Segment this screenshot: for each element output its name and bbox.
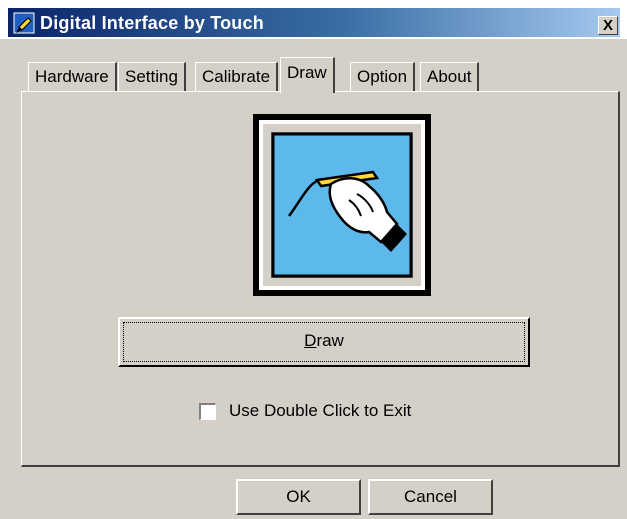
tab-hardware[interactable]: Hardware bbox=[28, 62, 117, 91]
tab-label: Draw bbox=[287, 63, 327, 82]
draw-button[interactable]: Draw bbox=[118, 317, 530, 367]
tab-label: Setting bbox=[125, 67, 178, 86]
tab-label: Option bbox=[357, 67, 408, 86]
window-title: Digital Interface by Touch bbox=[40, 13, 264, 33]
pen-app-icon[interactable] bbox=[13, 11, 37, 35]
double-click-exit-checkbox[interactable] bbox=[199, 403, 216, 420]
ok-button[interactable]: OK bbox=[236, 479, 361, 515]
tab-draw[interactable]: Draw bbox=[280, 57, 335, 93]
draw-button-mnemonic: D bbox=[304, 331, 317, 350]
cancel-button[interactable]: Cancel bbox=[368, 479, 493, 515]
tab-about[interactable]: About bbox=[420, 62, 480, 91]
window-titlebar[interactable]: Digital Interface by Touch X bbox=[0, 0, 627, 39]
ok-button-label: OK bbox=[286, 487, 311, 506]
hand-with-pen-icon bbox=[253, 114, 431, 296]
draw-button-label: raw bbox=[316, 331, 344, 350]
tab-label: Calibrate bbox=[202, 67, 271, 86]
tab-label: Hardware bbox=[35, 67, 109, 86]
close-button[interactable]: X bbox=[598, 16, 618, 35]
tab-option[interactable]: Option bbox=[350, 62, 416, 91]
tab-label: About bbox=[427, 67, 472, 86]
tab-setting[interactable]: Setting bbox=[118, 62, 186, 91]
close-icon: X bbox=[602, 17, 613, 34]
double-click-exit-label: Use Double Click to Exit bbox=[229, 401, 412, 420]
cancel-button-label: Cancel bbox=[404, 487, 457, 506]
tab-calibrate[interactable]: Calibrate bbox=[195, 62, 279, 91]
